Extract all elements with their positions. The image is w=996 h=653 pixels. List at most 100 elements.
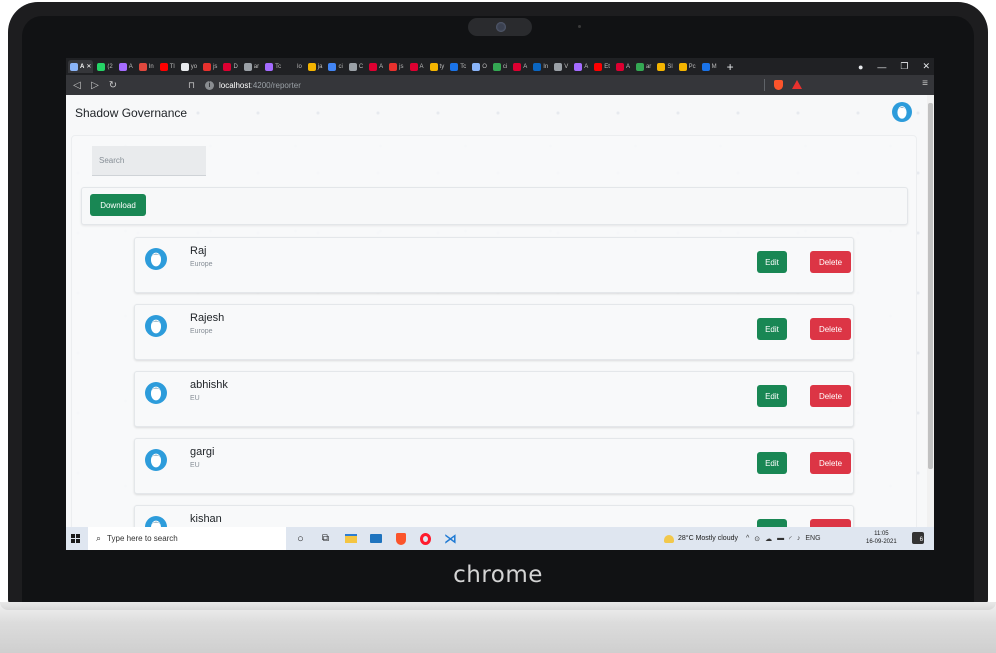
weather-text[interactable]: 28°C Mostly cloudy — [678, 535, 738, 542]
edit-button[interactable]: Edit — [757, 519, 787, 527]
new-tab-button[interactable]: + — [727, 60, 734, 74]
tab-label: A — [379, 63, 384, 70]
minimize-icon[interactable]: — — [877, 62, 886, 72]
browser-tab[interactable]: A — [117, 60, 135, 73]
profile-icon[interactable]: ● — [858, 62, 863, 72]
tab-favicon-icon — [615, 62, 624, 71]
close-tab-icon[interactable]: ✕ — [86, 63, 91, 70]
maximize-icon[interactable]: ❐ — [900, 61, 908, 72]
tab-favicon-icon — [97, 62, 106, 71]
tab-favicon-icon — [513, 62, 522, 71]
tab-label: (2 — [107, 63, 113, 70]
browser-tab[interactable]: In — [531, 60, 550, 73]
browser-tab[interactable]: yo — [179, 60, 199, 73]
network-icon[interactable]: ⊙ — [754, 535, 760, 543]
tab-favicon-icon — [287, 62, 296, 71]
forward-icon[interactable]: ▷ — [88, 80, 102, 91]
chevron-up-icon[interactable]: ^ — [746, 535, 749, 542]
battery-icon[interactable]: ▬ — [777, 535, 784, 542]
browser-tab[interactable]: (2 — [95, 60, 114, 73]
browser-tab[interactable]: Pc — [677, 60, 698, 73]
tab-favicon-icon — [594, 62, 603, 71]
browser-tab[interactable]: O — [470, 60, 489, 73]
browser-tab[interactable]: ci — [326, 60, 344, 73]
browser-tab[interactable]: ci — [491, 60, 509, 73]
browser-tab[interactable]: A — [572, 60, 590, 73]
user-avatar-icon — [145, 516, 167, 527]
browser-tab[interactable]: D — [221, 60, 239, 73]
browser-tab[interactable]: Tl — [158, 60, 177, 73]
tab-label: ci — [338, 63, 343, 70]
browser-tab[interactable]: lo — [285, 60, 304, 73]
back-icon[interactable]: ◁ — [70, 80, 84, 91]
browser-tab[interactable]: In — [137, 60, 156, 73]
search-input[interactable] — [92, 146, 206, 176]
browser-tab[interactable]: A — [408, 60, 426, 73]
cortana-icon[interactable]: ○ — [294, 532, 307, 545]
browser-tab[interactable]: A — [511, 60, 529, 73]
browser-tab[interactable]: Sl — [655, 60, 674, 73]
weather-icon[interactable] — [664, 534, 674, 543]
delete-button[interactable]: Delete — [810, 385, 851, 407]
wifi-icon[interactable]: ◜ — [789, 535, 792, 543]
windows-taskbar: ⌕ Type here to search ○ ⧉ ⋊ 28°C Mostly … — [66, 527, 934, 550]
browser-tab[interactable]: ar — [242, 60, 261, 73]
user-avatar-icon[interactable] — [892, 102, 912, 122]
browser-tab[interactable]: ty — [428, 60, 447, 73]
vscode-icon[interactable]: ⋊ — [444, 531, 457, 546]
browser-tab[interactable]: js — [387, 60, 405, 73]
browser-tab[interactable]: A ✕ — [68, 60, 94, 73]
windows-start-icon[interactable] — [71, 534, 80, 543]
opera-icon[interactable] — [419, 532, 432, 545]
task-view-icon[interactable]: ⧉ — [319, 532, 332, 545]
tab-favicon-icon — [554, 62, 563, 71]
browser-tab[interactable]: A — [614, 60, 632, 73]
delete-button[interactable]: Delete — [810, 251, 851, 273]
edit-button[interactable]: Edit — [757, 452, 787, 474]
edit-button[interactable]: Edit — [757, 318, 787, 340]
browser-menu-icon[interactable]: ≡ — [922, 78, 928, 89]
browser-tab[interactable]: V — [552, 60, 570, 73]
onedrive-icon[interactable]: ☁ — [765, 535, 772, 543]
edit-button[interactable]: Edit — [757, 251, 787, 273]
scrollbar-thumb[interactable] — [928, 103, 933, 469]
download-button[interactable]: Download — [90, 194, 146, 216]
url-text[interactable]: localhost:4200/reporter — [219, 81, 301, 90]
language-indicator[interactable]: ENG — [805, 535, 820, 542]
browser-tab[interactable]: Tc — [448, 60, 468, 73]
browser-tab[interactable]: Tc — [263, 60, 283, 73]
brave-shield-icon[interactable] — [774, 80, 783, 90]
file-explorer-icon[interactable] — [344, 532, 357, 545]
tab-label: Tc — [275, 63, 282, 70]
brave-browser-icon[interactable] — [394, 532, 407, 545]
tab-favicon-icon — [369, 62, 378, 71]
delete-button[interactable]: Delete — [810, 452, 851, 474]
browser-tab[interactable]: js — [201, 60, 219, 73]
tab-label: In — [148, 63, 154, 70]
address-bar[interactable]: i localhost:4200/reporter — [205, 80, 301, 90]
page-scrollbar[interactable] — [927, 95, 934, 527]
tab-label: C — [358, 63, 364, 70]
browser-tab[interactable]: ar — [634, 60, 653, 73]
delete-button[interactable]: Delete — [810, 519, 851, 527]
notification-center-icon[interactable]: 6 — [912, 532, 924, 544]
browser-tab[interactable]: A — [367, 60, 385, 73]
taskbar-clock[interactable]: 11:05 16-09-2021 — [866, 530, 897, 546]
site-info-icon[interactable]: i — [205, 80, 215, 90]
browser-tab[interactable]: Et — [592, 60, 612, 73]
taskbar-search-box[interactable]: ⌕ Type here to search — [88, 527, 286, 550]
browser-tab[interactable]: M — [700, 60, 719, 73]
reload-icon[interactable]: ↻ — [106, 80, 120, 91]
mail-icon[interactable] — [369, 532, 382, 545]
edit-button[interactable]: Edit — [757, 385, 787, 407]
brave-rewards-icon[interactable] — [792, 80, 802, 89]
browser-tab[interactable]: C — [347, 60, 365, 73]
close-window-icon[interactable]: ✕ — [922, 61, 930, 72]
browser-tab[interactable]: ja — [306, 60, 325, 73]
user-name: gargi — [190, 446, 215, 458]
tab-label: ar — [253, 63, 260, 70]
volume-icon[interactable]: ♪ — [797, 535, 801, 542]
delete-button[interactable]: Delete — [810, 318, 851, 340]
tab-label: Tl — [169, 63, 175, 70]
bookmark-icon[interactable]: ⊓ — [188, 80, 195, 91]
